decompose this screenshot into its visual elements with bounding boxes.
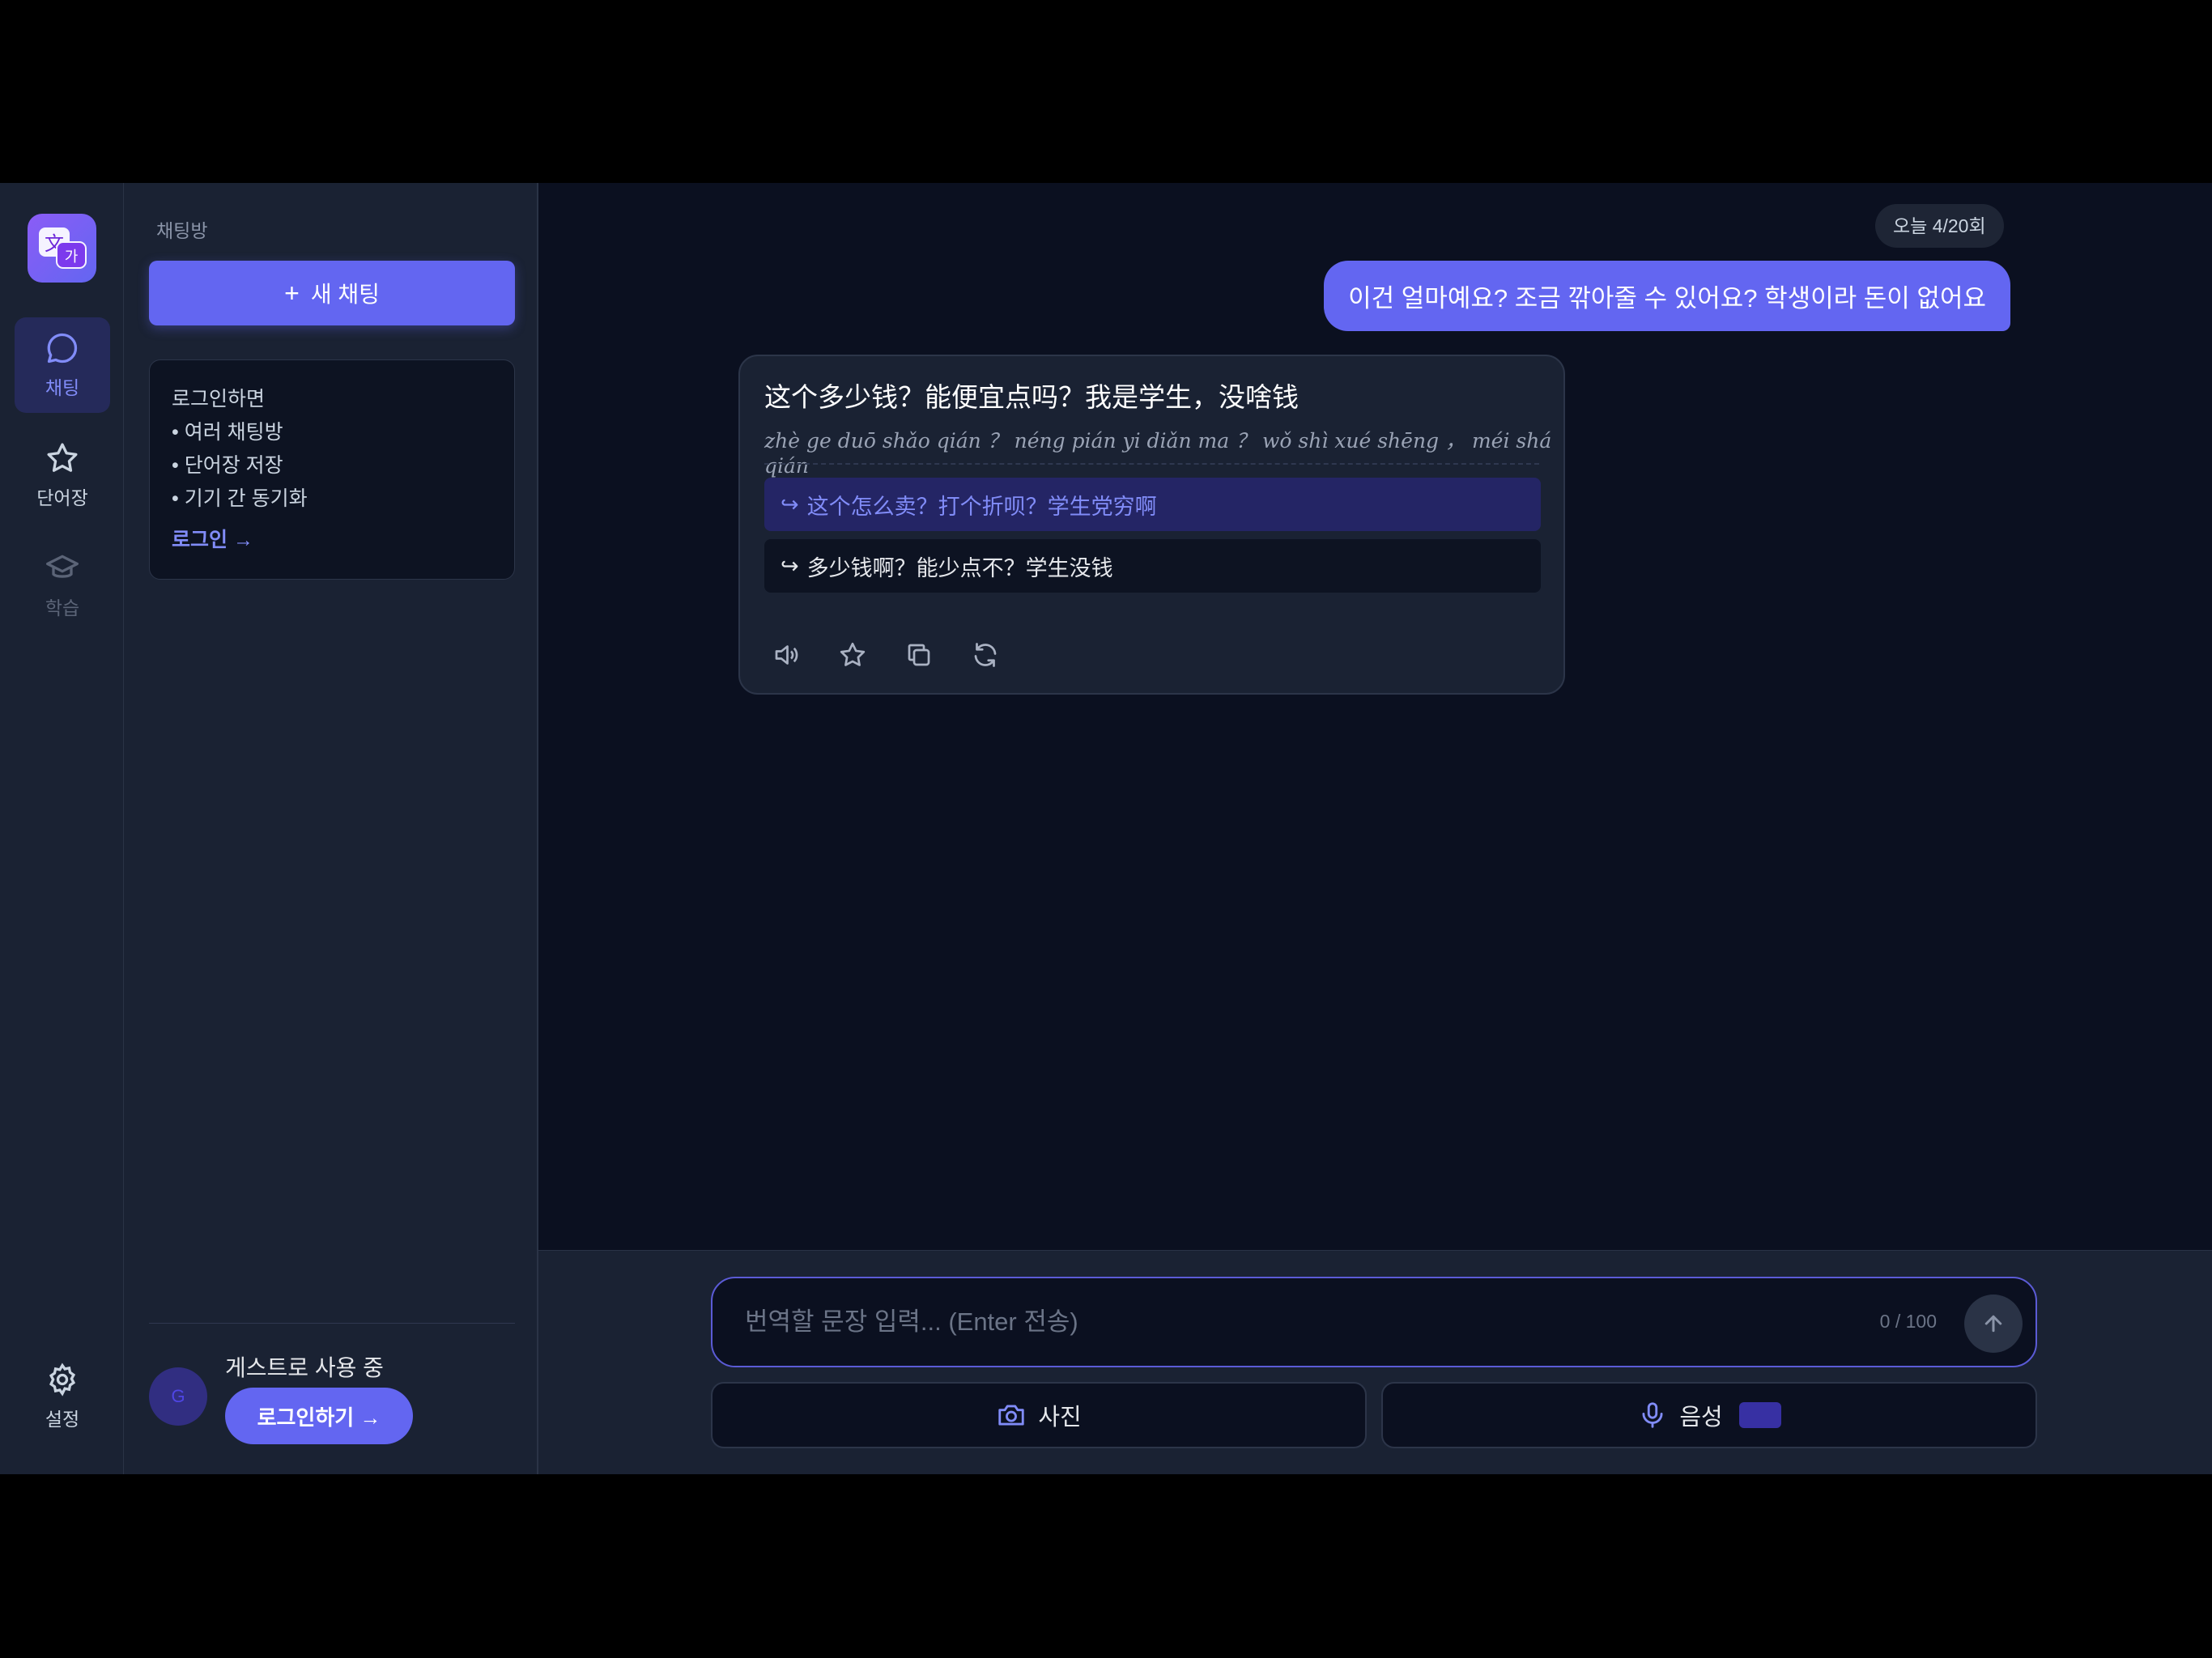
arrow-up-icon <box>1984 1315 2002 1333</box>
translation-card: 这个多少钱？能便宜点吗？我是学生，没啥钱 zhè ge duō shǎo qiá… <box>738 355 1565 695</box>
alternative-translation[interactable]: ↪ 多少钱啊？能少点不？学生没钱 <box>764 539 1541 593</box>
copy-button[interactable] <box>902 638 936 672</box>
star-icon <box>47 443 78 472</box>
photo-button[interactable]: 사진 <box>711 1382 1367 1448</box>
microphone-icon <box>1642 1402 1663 1428</box>
chat-main: 오늘 4/20회 이건 얼마예요? 조금 깎아줄 수 있어요? 학생이라 돈이 … <box>538 183 2212 1474</box>
alternative-text: 多少钱啊？能少点不？学生没钱 <box>806 555 1113 580</box>
refresh-icon <box>974 643 997 667</box>
pinyin-text: zhè ge duō shǎo qián ？ néng pián yi diǎn… <box>764 429 1552 478</box>
divider <box>764 463 1539 465</box>
star-icon <box>840 642 866 666</box>
gear-icon <box>49 1363 76 1397</box>
camera-icon <box>998 1405 1024 1426</box>
panel-title: 채팅방 <box>156 220 208 241</box>
voice-badge <box>1738 1402 1781 1428</box>
translate-logo-icon: 文 가 <box>38 227 87 269</box>
photo-label: 사진 <box>1038 1405 1082 1431</box>
rail-item-study[interactable]: 학습 <box>15 538 110 633</box>
save-word-button[interactable] <box>836 638 870 672</box>
promo-login-link[interactable]: 로그인 → <box>172 524 492 557</box>
alternative-translation[interactable]: ↪ 这个怎么卖？打个折呗？学生党穷啊 <box>764 478 1541 531</box>
app-window: 文 가 채팅 단어장 학습 설정 채팅방 + 새 채팅 로그인하면 • 여러 채… <box>0 183 2212 1474</box>
regenerate-button[interactable] <box>968 638 1002 672</box>
promo-bullet: • 여러 채팅방 <box>172 421 283 444</box>
send-button[interactable] <box>1964 1295 2023 1353</box>
message-input[interactable] <box>745 1278 1797 1366</box>
graduation-cap-icon <box>46 555 79 578</box>
user-message-bubble: 이건 얼마예요? 조금 깎아줄 수 있어요? 학생이라 돈이 없어요 <box>1324 261 2010 331</box>
rail-item-vocabulary[interactable]: 단어장 <box>15 427 110 523</box>
voice-button[interactable]: 음성 <box>1381 1382 2037 1448</box>
rail-item-settings[interactable]: 설정 <box>15 1349 110 1444</box>
rail-item-chat[interactable]: 채팅 <box>15 317 110 413</box>
translation-text: 这个多少钱？能便宜点吗？我是学生，没啥钱 <box>764 382 1299 412</box>
promo-heading: 로그인하면 <box>172 388 266 410</box>
avatar: G <box>149 1367 207 1426</box>
new-chat-button[interactable]: + 새 채팅 <box>149 261 515 325</box>
chat-room-panel: 채팅방 + 새 채팅 로그인하면 • 여러 채팅방 • 단어장 저장 • 기기 … <box>124 183 538 1474</box>
alternative-text: 这个怎么卖？打个折呗？学生党穷啊 <box>806 494 1157 519</box>
speaker-icon <box>775 645 798 665</box>
guest-status-label: 게스트로 사용 중 <box>225 1355 384 1380</box>
speaker-button[interactable] <box>769 638 803 672</box>
reply-arrow-icon: ↪ <box>781 553 799 578</box>
icon-rail: 文 가 채팅 단어장 학습 설정 <box>0 183 124 1474</box>
rail-item-label: 단어장 <box>36 487 88 508</box>
reply-arrow-icon: ↪ <box>781 491 799 517</box>
login-button[interactable]: 로그인하기 → <box>225 1388 413 1444</box>
rail-item-label: 학습 <box>45 597 80 619</box>
svg-text:가: 가 <box>64 249 78 266</box>
divider <box>149 1323 515 1324</box>
rail-item-label: 설정 <box>45 1409 80 1430</box>
chat-bubble-icon <box>47 333 78 363</box>
app-logo[interactable]: 文 가 <box>28 214 96 283</box>
promo-bullet: • 기기 간 동기화 <box>172 487 308 510</box>
usage-badge: 오늘 4/20회 <box>1875 204 2004 248</box>
new-chat-label: 새 채팅 <box>310 282 380 307</box>
composer: 0 / 100 사진 음성 <box>538 1250 2212 1474</box>
rail-item-label: 채팅 <box>45 377 80 398</box>
promo-bullet: • 단어장 저장 <box>172 454 283 477</box>
login-promo-card: 로그인하면 • 여러 채팅방 • 단어장 저장 • 기기 간 동기화 로그인 → <box>149 359 515 580</box>
copy-icon <box>908 644 930 666</box>
message-input-box: 0 / 100 <box>711 1277 2037 1367</box>
plus-icon: + <box>284 278 300 308</box>
card-actions <box>769 638 1002 672</box>
character-counter: 0 / 100 <box>1879 1311 1937 1332</box>
voice-label: 음성 <box>1679 1405 1723 1431</box>
